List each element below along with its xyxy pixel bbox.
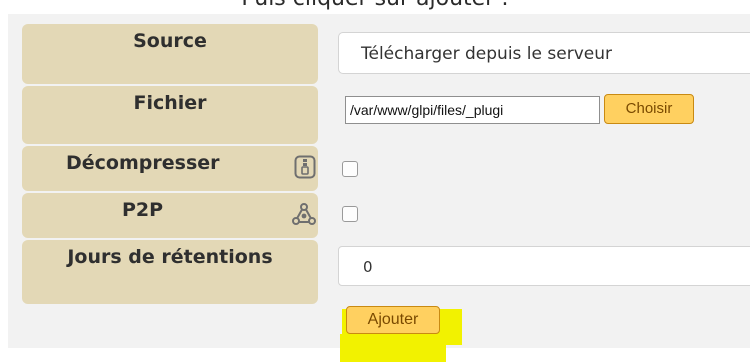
source-label-cell: Source <box>22 24 318 84</box>
p2p-checkbox[interactable] <box>342 206 358 222</box>
p2p-label-cell: P2P <box>22 193 318 238</box>
fichier-label-cell: Fichier <box>22 86 318 144</box>
p2p-network-icon <box>292 203 316 225</box>
decompress-label: Décompresser <box>66 152 220 174</box>
add-button[interactable]: Ajouter <box>346 306 440 334</box>
choose-file-button[interactable]: Choisir <box>604 94 694 124</box>
decompress-label-cell: Décompresser <box>22 146 318 191</box>
source-label: Source <box>133 30 207 52</box>
upload-form: Source Télécharger depuis le serveur Fic… <box>8 14 750 348</box>
file-path-input[interactable]: /var/www/glpi/files/_plugi <box>345 96 600 124</box>
page: Puis cliquer sur ajouter : Source Téléch… <box>0 0 750 362</box>
zip-file-icon <box>294 155 316 179</box>
retention-label: Jours de rétentions <box>67 246 273 268</box>
decompress-checkbox[interactable] <box>342 161 358 177</box>
highlight-mark-lower <box>340 334 446 362</box>
retention-label-cell: Jours de rétentions <box>22 240 318 304</box>
p2p-label: P2P <box>122 199 164 221</box>
retention-days-input[interactable]: 0 <box>338 246 750 286</box>
instruction-caption: Puis cliquer sur ajouter : <box>0 0 750 11</box>
fichier-label: Fichier <box>133 92 207 114</box>
source-select[interactable]: Télécharger depuis le serveur <box>338 32 750 74</box>
